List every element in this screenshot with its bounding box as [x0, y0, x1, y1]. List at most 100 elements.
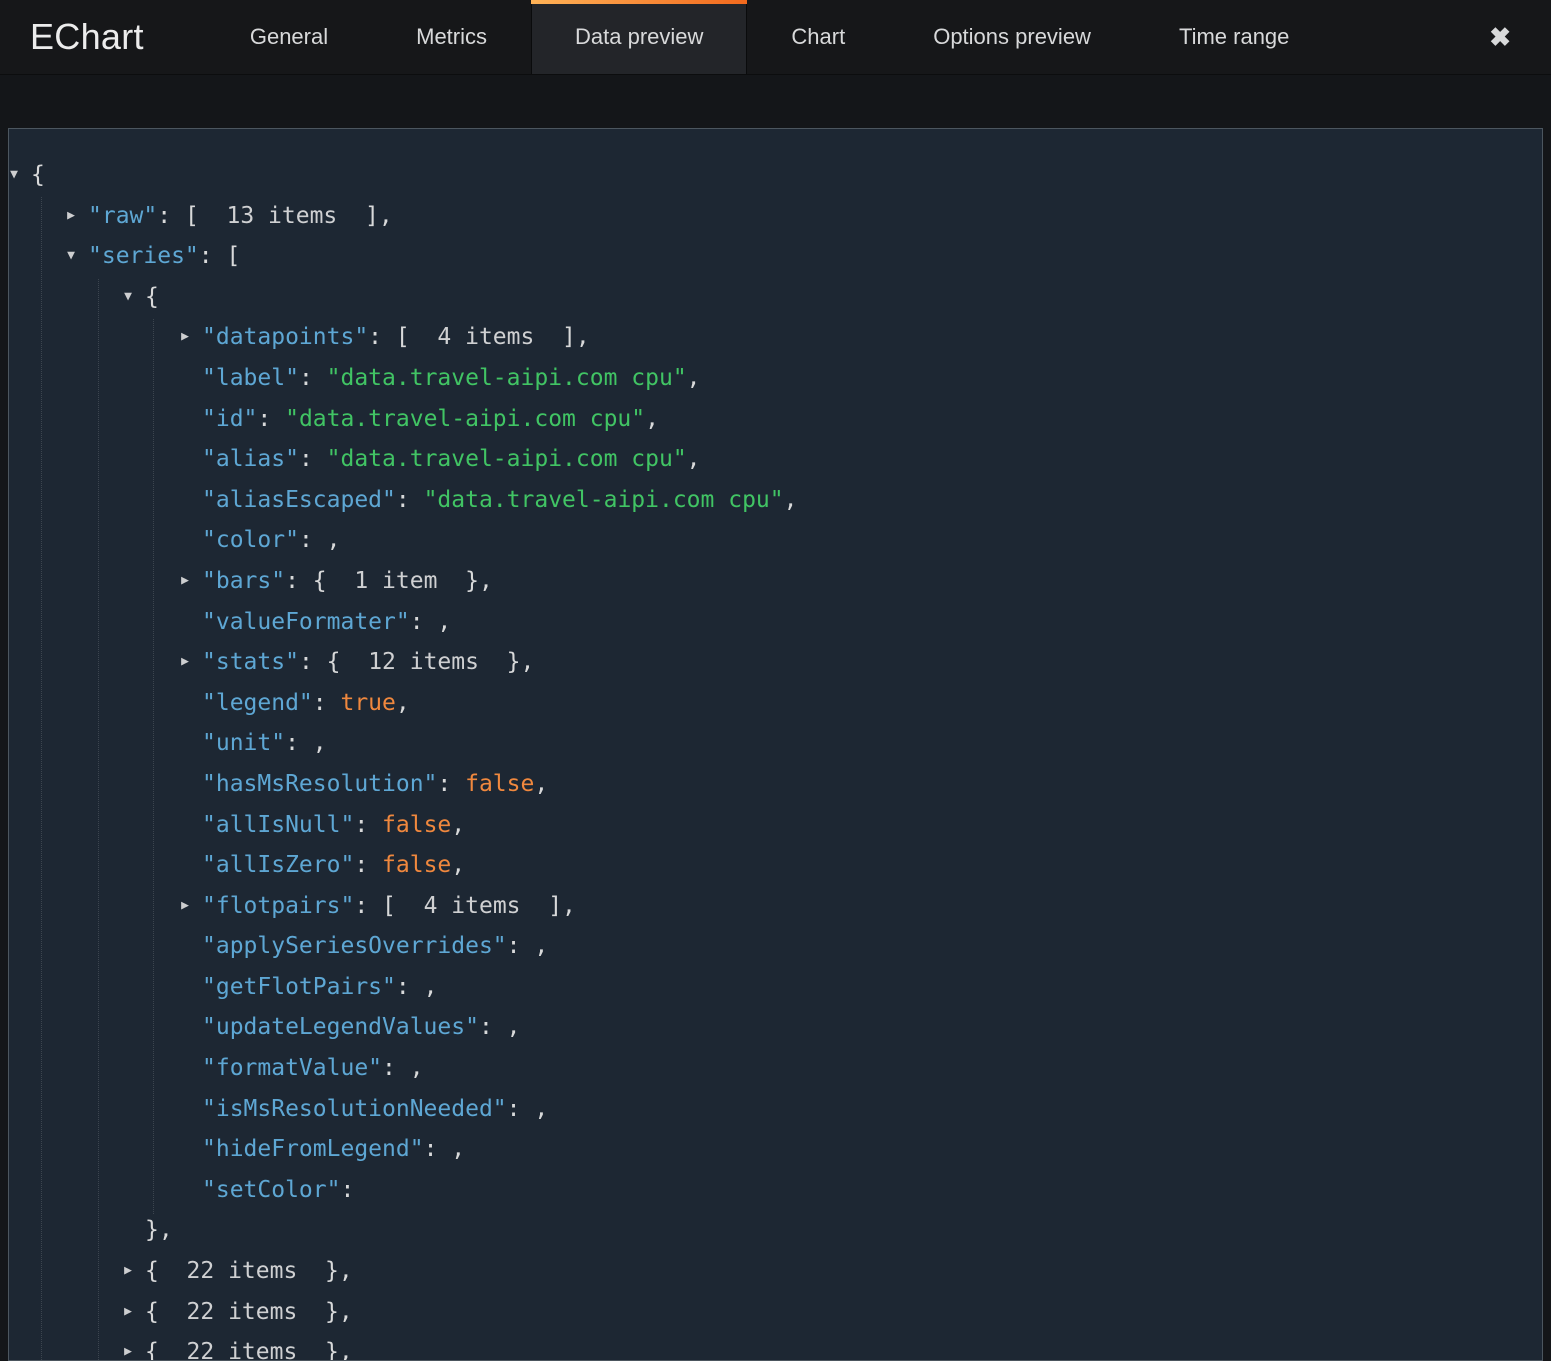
expand-icon[interactable]: ▶ — [60, 196, 82, 237]
json-line: "hideFromLegend": , — [9, 1129, 1542, 1170]
json-line: "label": "data.travel-aipi.com cpu", — [9, 358, 1542, 399]
json-key: "valueFormater" — [202, 608, 410, 635]
expand-icon[interactable]: ▶ — [174, 317, 196, 358]
json-punct: : [ — [157, 202, 227, 229]
json-line: ▶ "flotpairs": [ 4 items ], — [9, 886, 1542, 927]
app-title: EChart — [30, 16, 144, 57]
json-key: "updateLegendValues" — [202, 1014, 479, 1041]
json-punct: : , — [506, 1095, 549, 1122]
json-key: "isMsResolutionNeeded" — [202, 1095, 507, 1122]
expand-icon[interactable]: ▶ — [117, 1251, 139, 1292]
json-punct: }, — [297, 1258, 353, 1285]
json-bool: false — [465, 770, 535, 797]
json-key: "getFlotPairs" — [202, 973, 396, 1000]
json-punct: : — [298, 364, 327, 391]
json-line: "legend": true, — [9, 683, 1542, 724]
json-punct: : — [257, 405, 286, 432]
json-string: "data.travel-aipi.com cpu" — [423, 486, 784, 513]
json-item-count: 22 items — [186, 1258, 298, 1285]
json-punct: : , — [478, 1014, 521, 1041]
json-key: "hasMsResolution" — [202, 770, 438, 797]
json-string: "data.travel-aipi.com cpu" — [326, 364, 687, 391]
json-punct: : — [354, 852, 383, 879]
json-punct: : — [312, 689, 341, 716]
json-punct: { — [145, 1258, 187, 1285]
json-line: "updateLegendValues": , — [9, 1007, 1542, 1048]
json-punct: : — [437, 770, 466, 797]
editor-header: EChart General Metrics Data preview Chart Op… — [0, 0, 1551, 75]
close-icon[interactable]: ✖ — [1449, 0, 1551, 74]
json-string: "data.travel-aipi.com cpu" — [326, 446, 687, 473]
json-item-count: 4 items — [423, 892, 521, 919]
json-line: ▶{ 22 items }, — [9, 1332, 1542, 1361]
json-key: "allIsZero" — [202, 852, 355, 879]
json-line: ▶ "raw": [ 13 items ], — [9, 196, 1542, 237]
json-punct: , — [686, 446, 701, 473]
json-punct: : [ — [198, 243, 241, 270]
json-punct: : — [298, 446, 327, 473]
json-punct: , — [534, 770, 549, 797]
json-string: "data.travel-aipi.com cpu" — [285, 405, 646, 432]
json-punct: : , — [382, 1055, 424, 1082]
json-key: "hideFromLegend" — [202, 1136, 424, 1163]
expand-icon[interactable]: ▶ — [117, 1332, 139, 1360]
json-punct: : { — [285, 567, 355, 594]
tab-general[interactable]: General — [206, 0, 372, 74]
json-key: "flotpairs" — [202, 892, 355, 919]
tab-metrics[interactable]: Metrics — [372, 0, 531, 74]
json-punct: { — [145, 283, 159, 310]
expand-icon[interactable]: ▶ — [174, 642, 196, 683]
json-line: "id": "data.travel-aipi.com cpu", — [9, 399, 1542, 440]
json-bool: false — [382, 852, 452, 879]
tab-chart[interactable]: Chart — [747, 0, 889, 74]
json-line: "color": , — [9, 520, 1542, 561]
json-punct: : , — [506, 933, 549, 960]
json-line: }, — [9, 1210, 1542, 1251]
json-tree: ▼{▶ "raw": [ 13 items ], ▼ "series": [▼{▶ "d… — [9, 155, 1542, 1361]
json-punct: ], — [534, 324, 590, 351]
json-line: ▶ "bars": { 1 item }, — [9, 561, 1542, 602]
json-punct: , — [451, 852, 466, 879]
json-line: "isMsResolutionNeeded": , — [9, 1089, 1542, 1130]
expand-icon[interactable]: ▶ — [174, 561, 196, 602]
json-key: "stats" — [202, 649, 299, 676]
json-key: "setColor" — [202, 1176, 341, 1203]
json-punct: , — [783, 486, 798, 513]
collapse-icon[interactable]: ▼ — [9, 155, 25, 196]
json-punct: : — [354, 811, 383, 838]
json-key: "applySeriesOverrides" — [202, 933, 507, 960]
json-line: "allIsZero": false, — [9, 845, 1542, 886]
json-item-count: 22 items — [186, 1339, 298, 1361]
json-bool: true — [340, 689, 396, 716]
tab-time-range[interactable]: Time range — [1135, 0, 1333, 74]
json-punct: { — [145, 1298, 187, 1325]
json-key: "id" — [202, 405, 258, 432]
json-punct: }, — [297, 1298, 353, 1325]
json-line: ▶ "stats": { 12 items }, — [9, 642, 1542, 683]
json-line: ▼{ — [9, 155, 1542, 196]
json-punct: ], — [520, 892, 576, 919]
collapse-icon[interactable]: ▼ — [117, 277, 139, 318]
json-key: "legend" — [202, 689, 313, 716]
expand-icon[interactable]: ▶ — [174, 886, 196, 927]
json-punct: }, — [297, 1339, 353, 1361]
json-key: "allIsNull" — [202, 811, 355, 838]
json-item-count: 4 items — [437, 324, 535, 351]
json-punct: : { — [298, 649, 369, 676]
json-punct: }, — [478, 649, 535, 676]
json-key: "raw" — [88, 202, 158, 229]
json-line: "getFlotPairs": , — [9, 967, 1542, 1008]
json-line: "valueFormater": , — [9, 602, 1542, 643]
json-key: "label" — [202, 364, 299, 391]
json-punct: : — [395, 486, 424, 513]
expand-icon[interactable]: ▶ — [117, 1292, 139, 1333]
collapse-icon[interactable]: ▼ — [60, 236, 82, 277]
json-key: "bars" — [202, 567, 286, 594]
tab-options-preview[interactable]: Options preview — [889, 0, 1135, 74]
json-line: ▶{ 22 items }, — [9, 1292, 1542, 1333]
json-line: ▶{ 22 items }, — [9, 1251, 1542, 1292]
json-item-count: 12 items — [368, 649, 479, 676]
json-key: "color" — [202, 527, 299, 554]
tab-data-preview[interactable]: Data preview — [531, 0, 748, 74]
data-preview-panel: ▼{▶ "raw": [ 13 items ], ▼ "series": [▼{▶ "d… — [8, 128, 1543, 1361]
